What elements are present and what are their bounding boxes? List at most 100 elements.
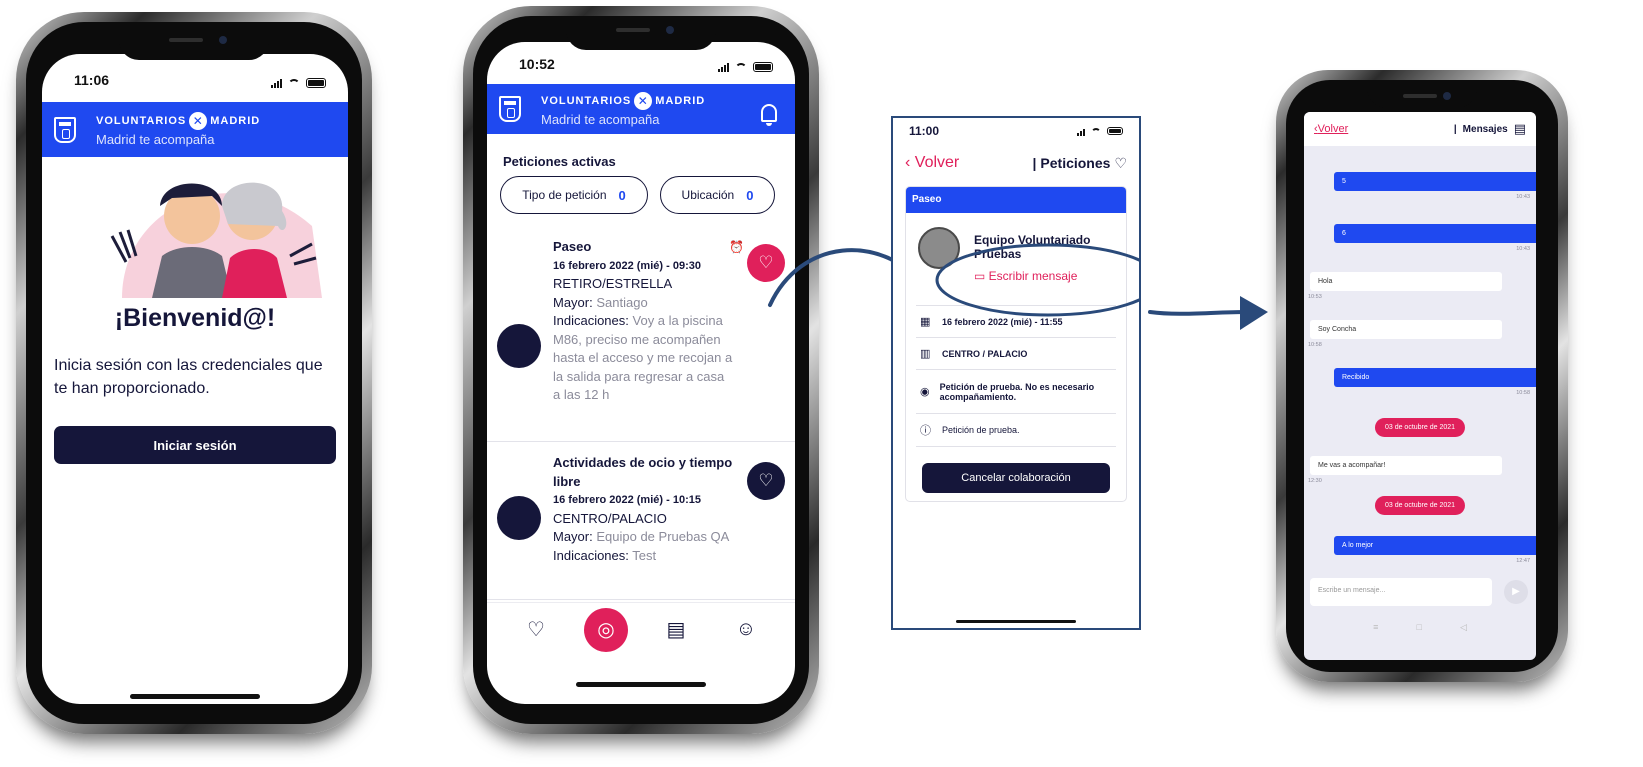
message-input[interactable]: Escribe un mensaje... <box>1310 578 1492 606</box>
tab-messages[interactable]: ▤ <box>654 608 698 652</box>
arrow-head <box>1240 296 1268 330</box>
home-indicator <box>956 620 1076 623</box>
message-time: 12:47 <box>1516 558 1530 564</box>
bell-icon[interactable] <box>761 104 777 126</box>
wifi-icon <box>1091 127 1101 135</box>
battery-icon <box>306 78 326 88</box>
home-indicator <box>130 694 260 699</box>
request-title: Actividades de ocio y tiempo libre <box>553 455 733 489</box>
send-button[interactable]: ▶ <box>1504 580 1528 604</box>
requests-screen: 10:52 VOLUNTARIOS ✕ MADRID Madrid te aco… <box>487 42 795 704</box>
info-row-location: ▥ CENTRO / PALACIO <box>916 337 1116 369</box>
heart-plus-icon: ♡ <box>758 253 774 272</box>
request-details: Paseo 16 febrero 2022 (mié) - 09:30 RETI… <box>553 238 735 405</box>
heart-plus-button[interactable]: ♡ <box>747 462 785 500</box>
phone-frame-chat: ‹Volver | Mensajes ▤ 5 10:43 6 10:43 Hol… <box>1276 70 1568 682</box>
status-icons <box>271 78 326 88</box>
app-logo: VOLUNTARIOS ✕ MADRID <box>96 112 261 130</box>
signal-icon <box>1077 126 1085 136</box>
system-nav-bar: ≡ □ ◁ <box>1304 622 1536 633</box>
card-header: Paseo <box>906 187 1126 213</box>
status-time: 11:00 <box>909 124 940 138</box>
request-detail-card: Paseo Equipo Voluntariado Pruebas ▭ Escr… <box>905 186 1127 502</box>
heart-plus-button[interactable]: ♡ <box>747 244 785 282</box>
login-button[interactable]: Iniciar sesión <box>54 426 336 464</box>
chat-icon: ▤ <box>666 619 686 641</box>
app-header: VOLUNTARIOS ✕ MADRID Madrid te acompaña <box>42 102 348 157</box>
request-card[interactable]: Actividades de ocio y tiempo libre 16 fe… <box>487 444 795 600</box>
message-time: 10:58 <box>1308 342 1322 348</box>
chevron-left-icon: ‹ <box>905 154 915 171</box>
send-icon: ▶ <box>1512 586 1520 597</box>
login-screen: 11:06 VOLUNTARIOS ✕ MADRID Madrid te aco… <box>42 54 348 704</box>
status-bar: 11:06 <box>42 54 348 96</box>
bottom-tab-bar: ♡ ◎ ▤ ☺ <box>487 602 795 656</box>
logo-x-icon: ✕ <box>634 91 653 110</box>
status-time: 11:06 <box>74 72 110 88</box>
message-bubble: A lo mejor <box>1334 536 1536 555</box>
message-time: 10:43 <box>1516 246 1530 252</box>
wifi-icon <box>735 62 747 72</box>
app-logo: VOLUNTARIOS ✕ MADRID <box>541 91 706 110</box>
section-title: Peticiones activas <box>503 154 616 169</box>
calendar-icon: ▦ <box>920 316 931 328</box>
chat-icon: ▤ <box>1513 121 1526 136</box>
message-bubble: 5 <box>1334 172 1536 191</box>
request-title: Paseo <box>553 239 592 254</box>
date-separator: 03 de octubre de 2021 <box>1374 418 1466 437</box>
welcome-illustration <box>110 182 322 298</box>
status-icons <box>718 62 773 72</box>
tab-requests[interactable]: ◎ <box>584 607 628 652</box>
info-icon: ⓘ <box>920 425 931 437</box>
signal-icon <box>271 78 282 88</box>
request-card[interactable]: Paseo 16 febrero 2022 (mié) - 09:30 RETI… <box>487 234 795 442</box>
status-time: 10:52 <box>519 56 555 72</box>
location-pin-icon: ◉ <box>920 386 930 398</box>
message-time: 10:43 <box>1516 194 1530 200</box>
phone-frame-requests: 10:52 VOLUNTARIOS ✕ MADRID Madrid te aco… <box>463 6 819 734</box>
battery-icon <box>1107 127 1123 135</box>
nav-bar: ‹ Volver | Peticiones ♡ <box>905 154 1127 172</box>
back-button[interactable]: ‹ Volver <box>905 154 959 172</box>
message-time: 12:30 <box>1308 478 1322 484</box>
straight-arrow <box>1148 310 1252 316</box>
heart-plus-icon: ♡ <box>758 471 774 490</box>
app-tagline: Madrid te acompaña <box>96 132 215 147</box>
info-row-description: ◉ Petición de prueba. No es necesario aco… <box>916 369 1116 413</box>
chat-header: ‹Volver | Mensajes ▤ <box>1304 112 1536 146</box>
cancel-collaboration-button[interactable]: Cancelar colaboración <box>922 463 1110 493</box>
back-icon[interactable]: ◁ <box>1460 622 1467 633</box>
welcome-text: Inicia sesión con las credenciales que t… <box>54 357 323 397</box>
request-indications: Indicaciones: Test <box>553 547 657 563</box>
chat-screen: ‹Volver | Mensajes ▤ 5 10:43 6 10:43 Hol… <box>1304 112 1536 660</box>
back-button[interactable]: ‹Volver <box>1314 123 1348 135</box>
heart-icon[interactable]: ♡ <box>1114 155 1127 172</box>
request-indications: Indicaciones: Voy a la piscina M86, prec… <box>553 313 733 402</box>
message-time: 10:53 <box>1308 294 1322 300</box>
request-detail-screen: 11:00 ‹ Volver | Peticiones ♡ Paseo Equi… <box>891 116 1141 630</box>
home-icon[interactable]: □ <box>1416 622 1421 633</box>
request-elder: Mayor: Equipo de Pruebas QA <box>553 529 730 544</box>
phone-notch <box>566 20 716 50</box>
radar-icon: ◎ <box>597 619 615 641</box>
request-date: 16 febrero 2022 (mié) - 10:15 <box>553 494 701 506</box>
status-bar: 11:00 <box>909 124 1123 138</box>
avatar <box>497 496 541 540</box>
heart-icon: ♡ <box>527 619 545 641</box>
message-time: 10:58 <box>1516 390 1530 396</box>
phone-frame-login: 11:06 VOLUNTARIOS ✕ MADRID Madrid te aco… <box>16 12 372 734</box>
nav-title: | Peticiones ♡ <box>1032 154 1127 172</box>
tab-favorites[interactable]: ♡ <box>514 608 558 652</box>
request-elder: Mayor: Santiago <box>553 294 648 310</box>
message-bubble: Me vas a acompañar! <box>1310 456 1502 475</box>
message-bubble: Hola <box>1310 272 1502 291</box>
date-separator: 03 de octubre de 2021 <box>1374 496 1466 515</box>
madrid-crest-icon <box>499 96 521 122</box>
welcome-title: ¡Bienvenid@! <box>114 304 276 332</box>
message-bubble: 6 <box>1334 224 1536 243</box>
menu-icon[interactable]: ≡ <box>1373 622 1378 633</box>
wifi-icon <box>288 78 300 88</box>
filter-request-type[interactable]: Tipo de petición 0 <box>500 176 648 214</box>
tab-profile[interactable]: ☺ <box>724 608 768 652</box>
filter-location[interactable]: Ubicación 0 <box>660 176 775 214</box>
